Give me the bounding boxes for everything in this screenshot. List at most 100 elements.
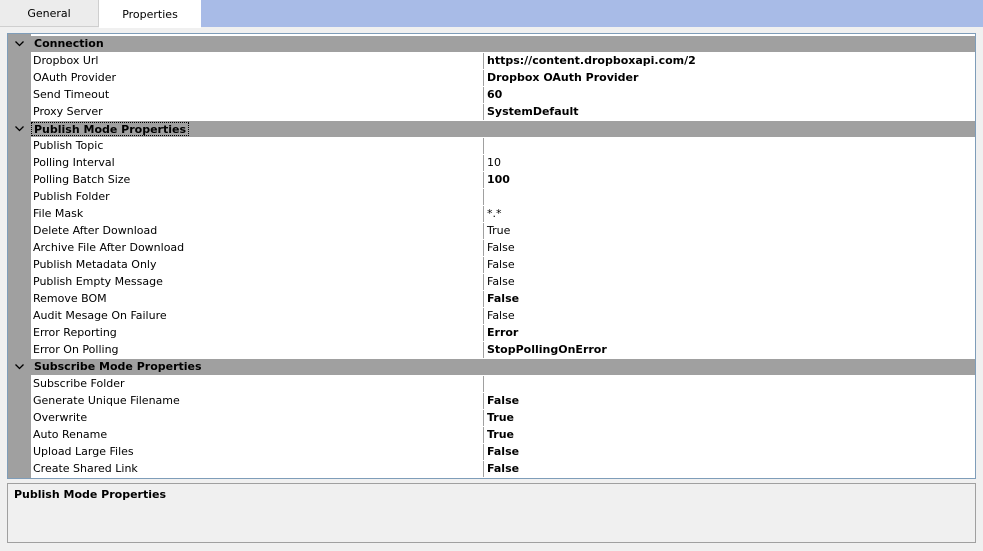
property-row[interactable]: Upload Large Files False bbox=[8, 444, 975, 460]
property-row[interactable]: Send Timeout 60 bbox=[8, 87, 975, 103]
property-name[interactable]: Error Reporting bbox=[31, 325, 484, 341]
property-name[interactable]: Upload Large Files bbox=[31, 444, 484, 460]
property-name[interactable]: Polling Interval bbox=[31, 155, 484, 171]
property-name[interactable]: Archive File After Download bbox=[31, 240, 484, 256]
property-row[interactable]: Publish Folder bbox=[8, 189, 975, 205]
property-name[interactable]: Publish Metadata Only bbox=[31, 257, 484, 273]
row-gutter bbox=[8, 308, 31, 324]
tab-strip: General Properties bbox=[0, 0, 983, 28]
property-value[interactable]: 100 bbox=[484, 172, 975, 188]
property-row[interactable]: Overwrite True bbox=[8, 410, 975, 426]
property-row[interactable]: Create Shared Link False bbox=[8, 461, 975, 477]
row-gutter bbox=[8, 376, 31, 392]
tab-label: General bbox=[27, 6, 71, 20]
property-name[interactable]: Delete After Download bbox=[31, 223, 484, 239]
property-value[interactable]: True bbox=[484, 410, 975, 426]
property-name[interactable]: Auto Rename bbox=[31, 427, 484, 443]
property-name[interactable]: Polling Batch Size bbox=[31, 172, 484, 188]
property-row[interactable]: Audit Mesage On Failure False bbox=[8, 308, 975, 324]
row-gutter bbox=[8, 257, 31, 273]
property-name[interactable]: Publish Folder bbox=[31, 189, 484, 205]
category-label: Publish Mode Properties bbox=[31, 122, 190, 136]
property-value[interactable]: Error bbox=[484, 325, 975, 341]
property-name[interactable]: Publish Topic bbox=[31, 138, 484, 154]
row-gutter bbox=[8, 172, 31, 188]
property-value[interactable]: Dropbox OAuth Provider bbox=[484, 70, 975, 86]
property-row[interactable]: Error On Polling StopPollingOnError bbox=[8, 342, 975, 358]
property-row[interactable]: Polling Batch Size 100 bbox=[8, 172, 975, 188]
property-row[interactable]: Generate Unique Filename False bbox=[8, 393, 975, 409]
property-row[interactable]: Auto Rename True bbox=[8, 427, 975, 443]
property-name[interactable]: Publish Empty Message bbox=[31, 274, 484, 290]
category-header[interactable]: Subscribe Mode Properties bbox=[8, 359, 975, 375]
row-gutter bbox=[8, 138, 31, 154]
category-label: Connection bbox=[34, 37, 104, 50]
row-gutter bbox=[8, 206, 31, 222]
row-gutter bbox=[8, 223, 31, 239]
property-row[interactable]: File Mask *.* bbox=[8, 206, 975, 222]
property-value[interactable]: False bbox=[484, 257, 975, 273]
property-value[interactable] bbox=[484, 189, 975, 205]
property-row[interactable]: Publish Topic bbox=[8, 138, 975, 154]
row-gutter bbox=[8, 189, 31, 205]
property-name[interactable]: Audit Mesage On Failure bbox=[31, 308, 484, 324]
property-grid-rows: Connection Dropbox Url https://content.dro… bbox=[8, 36, 975, 478]
property-value[interactable]: StopPollingOnError bbox=[484, 342, 975, 358]
tab-general[interactable]: General bbox=[0, 0, 99, 27]
property-name[interactable]: Remove BOM bbox=[31, 291, 484, 307]
property-row[interactable]: Archive File After Download False bbox=[8, 240, 975, 256]
row-gutter bbox=[8, 240, 31, 256]
property-name[interactable]: Dropbox Url bbox=[31, 53, 484, 69]
property-name[interactable]: Generate Unique Filename bbox=[31, 393, 484, 409]
tab-label: Properties bbox=[122, 7, 178, 21]
property-value[interactable]: False bbox=[484, 461, 975, 477]
property-value[interactable]: False bbox=[484, 444, 975, 460]
property-row[interactable]: Subscribe Folder bbox=[8, 376, 975, 392]
property-name[interactable]: OAuth Provider bbox=[31, 70, 484, 86]
row-gutter bbox=[8, 325, 31, 341]
property-value[interactable]: False bbox=[484, 240, 975, 256]
row-gutter bbox=[8, 104, 31, 120]
category-header[interactable]: Publish Mode Properties bbox=[8, 121, 975, 137]
chevron-down-icon[interactable] bbox=[8, 359, 31, 375]
row-gutter bbox=[8, 410, 31, 426]
property-row[interactable]: Dropbox Url https://content.dropboxapi.co… bbox=[8, 53, 975, 69]
property-name[interactable]: Error On Polling bbox=[31, 342, 484, 358]
category-header[interactable]: Connection bbox=[8, 36, 975, 52]
property-name[interactable]: Proxy Server bbox=[31, 104, 484, 120]
property-name[interactable]: File Mask bbox=[31, 206, 484, 222]
property-value[interactable]: False bbox=[484, 393, 975, 409]
property-value[interactable]: *.* bbox=[484, 206, 975, 222]
property-value[interactable]: SystemDefault bbox=[484, 104, 975, 120]
property-value[interactable] bbox=[484, 138, 975, 154]
property-value[interactable]: True bbox=[484, 427, 975, 443]
property-row[interactable]: Delete After Download True bbox=[8, 223, 975, 239]
property-value[interactable]: 10 bbox=[484, 155, 975, 171]
row-gutter bbox=[8, 393, 31, 409]
row-gutter bbox=[8, 444, 31, 460]
chevron-down-icon[interactable] bbox=[8, 36, 31, 52]
property-value[interactable]: False bbox=[484, 308, 975, 324]
chevron-down-icon[interactable] bbox=[8, 121, 31, 137]
property-name[interactable]: Subscribe Folder bbox=[31, 376, 484, 392]
property-name[interactable]: Create Shared Link bbox=[31, 461, 484, 477]
property-value[interactable]: False bbox=[484, 274, 975, 290]
property-row[interactable]: Proxy Server SystemDefault bbox=[8, 104, 975, 120]
property-value[interactable]: https://content.dropboxapi.com/2 bbox=[484, 53, 975, 69]
property-value[interactable]: 60 bbox=[484, 87, 975, 103]
row-gutter bbox=[8, 155, 31, 171]
property-row[interactable]: Polling Interval 10 bbox=[8, 155, 975, 171]
property-row[interactable]: Error Reporting Error bbox=[8, 325, 975, 341]
property-row[interactable]: OAuth Provider Dropbox OAuth Provider bbox=[8, 70, 975, 86]
tab-properties[interactable]: Properties bbox=[99, 0, 201, 28]
property-name[interactable]: Send Timeout bbox=[31, 87, 484, 103]
property-value[interactable] bbox=[484, 376, 975, 392]
property-row[interactable]: Remove BOM False bbox=[8, 291, 975, 307]
property-row[interactable]: Publish Empty Message False bbox=[8, 274, 975, 290]
property-value[interactable]: False bbox=[484, 291, 975, 307]
row-gutter bbox=[8, 461, 31, 477]
description-pane: Publish Mode Properties bbox=[7, 483, 976, 543]
property-value[interactable]: True bbox=[484, 223, 975, 239]
property-row[interactable]: Publish Metadata Only False bbox=[8, 257, 975, 273]
property-name[interactable]: Overwrite bbox=[31, 410, 484, 426]
